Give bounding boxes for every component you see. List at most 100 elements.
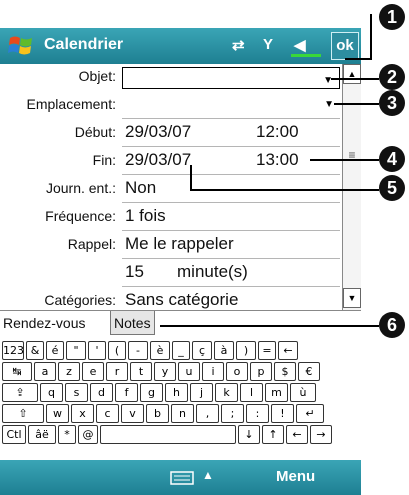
key-row2-6[interactable]: y <box>154 362 176 381</box>
location-row: Emplacement: ▼ <box>0 92 342 120</box>
key-row1-8[interactable]: _ <box>172 341 190 360</box>
start-time[interactable]: 12:00 <box>256 122 299 142</box>
key-row3-9[interactable]: l <box>240 383 263 402</box>
key-row4-7[interactable]: , <box>196 404 219 423</box>
key-row5-5[interactable]: ↓ <box>238 425 260 444</box>
key-row4-0[interactable]: ⇧ <box>2 404 44 423</box>
key-row4-5[interactable]: b <box>146 404 169 423</box>
key-row1-13[interactable]: ← <box>278 341 298 360</box>
key-row2-7[interactable]: u <box>178 362 200 381</box>
end-date[interactable]: 29/03/07 <box>125 150 191 170</box>
menu-button[interactable]: Menu <box>276 468 315 485</box>
key-row1-7[interactable]: è <box>150 341 170 360</box>
key-row2-0[interactable]: ↹ <box>2 362 32 381</box>
callout-1-leader <box>370 14 372 60</box>
key-row4-1[interactable]: w <box>46 404 69 423</box>
reminder-value[interactable]: Me le rappeler <box>125 234 234 254</box>
key-row5-8[interactable]: → <box>310 425 332 444</box>
key-row1-1[interactable]: & <box>26 341 44 360</box>
key-row3-11[interactable]: ù <box>290 383 316 402</box>
key-row3-3[interactable]: d <box>90 383 113 402</box>
reminder-time-underline <box>122 286 340 287</box>
key-row3-6[interactable]: h <box>165 383 188 402</box>
key-row2-5[interactable]: t <box>130 362 152 381</box>
subject-row: Objet: ▼ <box>0 64 342 92</box>
key-row4-2[interactable]: x <box>71 404 94 423</box>
key-row3-2[interactable]: s <box>65 383 88 402</box>
key-row5-7[interactable]: ← <box>286 425 308 444</box>
key-row1-12[interactable]: = <box>258 341 276 360</box>
callout-1-leader-h <box>345 58 372 60</box>
soft-keyboard: 123 & é " '(- è _ ç à) = ← ↹ a z e r t y u i o p $ € ⇪ q s d f g h j k… <box>0 341 361 453</box>
key-row4-4[interactable]: v <box>121 404 144 423</box>
key-row1-9[interactable]: ç <box>192 341 212 360</box>
signal-icon[interactable]: Y <box>263 36 273 53</box>
keyboard-icon[interactable]: ▲ <box>170 468 216 488</box>
scroll-up-icon[interactable]: ▲ <box>343 64 361 84</box>
key-row3-0[interactable]: ⇪ <box>2 383 38 402</box>
subject-label: Objet: <box>78 68 116 84</box>
key-row2-9[interactable]: o <box>226 362 248 381</box>
tab-bar: Rendez-vous Notes <box>0 310 361 335</box>
key-row5-2[interactable]: * <box>58 425 76 444</box>
reminder-unit[interactable]: minute(s) <box>177 262 248 282</box>
key-row5-4[interactable] <box>100 425 236 444</box>
key-row1-4[interactable]: ' <box>88 341 106 360</box>
key-row2-11[interactable]: $ <box>274 362 296 381</box>
key-row4-8[interactable]: ; <box>221 404 244 423</box>
start-date[interactable]: 29/03/07 <box>125 122 191 142</box>
tab-appointment[interactable]: Rendez-vous <box>0 311 89 335</box>
key-row5-1[interactable]: âë <box>28 425 56 444</box>
location-input[interactable] <box>122 118 340 119</box>
key-row1-0[interactable]: 123 <box>2 341 24 360</box>
key-row5-0[interactable]: Ctl <box>2 425 26 444</box>
callout-5-leader-v <box>190 165 192 191</box>
key-row3-1[interactable]: q <box>40 383 63 402</box>
end-time[interactable]: 13:00 <box>256 150 299 170</box>
key-row4-3[interactable]: c <box>96 404 119 423</box>
categories-value[interactable]: Sans catégorie <box>125 290 238 310</box>
key-row3-8[interactable]: k <box>215 383 238 402</box>
key-row4-9[interactable]: : <box>246 404 269 423</box>
ok-button[interactable]: ok <box>331 32 359 60</box>
scroll-down-icon[interactable]: ▼ <box>343 288 361 308</box>
sip-arrow-icon[interactable]: ▲ <box>202 468 214 482</box>
location-dropdown-icon[interactable]: ▼ <box>324 99 334 110</box>
key-row2-8[interactable]: i <box>202 362 224 381</box>
key-row5-6[interactable]: ↑ <box>262 425 284 444</box>
connectivity-icon[interactable]: ⇄ <box>232 36 245 54</box>
key-row5-3[interactable]: @ <box>78 425 98 444</box>
key-row1-6[interactable]: - <box>128 341 148 360</box>
key-row2-2[interactable]: z <box>58 362 80 381</box>
allday-value[interactable]: Non <box>125 178 156 198</box>
key-row3-5[interactable]: g <box>140 383 163 402</box>
start-row: Début: 29/03/07 12:00 <box>0 120 342 148</box>
form-scrollbar[interactable]: ▲ ≡ ▼ <box>342 64 361 310</box>
start-label: Début: <box>74 124 116 140</box>
reminder-amount[interactable]: 15 <box>125 262 144 282</box>
key-row2-12[interactable]: € <box>298 362 320 381</box>
key-row1-3[interactable]: " <box>66 341 86 360</box>
key-row3-7[interactable]: j <box>190 383 213 402</box>
start-menu-icon[interactable] <box>6 32 36 60</box>
key-row2-1[interactable]: a <box>34 362 56 381</box>
key-row1-5[interactable]: ( <box>108 341 126 360</box>
categories-label: Catégories: <box>44 292 116 308</box>
key-row1-2[interactable]: é <box>46 341 64 360</box>
key-row4-11[interactable]: ↵ <box>296 404 324 423</box>
tab-notes[interactable]: Notes <box>110 311 155 335</box>
key-row2-3[interactable]: e <box>82 362 104 381</box>
title-bar: Calendrier ⇄ Y ◀ ok <box>0 28 361 64</box>
key-row2-10[interactable]: p <box>250 362 272 381</box>
subject-dropdown-icon[interactable]: ▼ <box>323 75 333 86</box>
key-row1-10[interactable]: à <box>214 341 234 360</box>
occurs-value[interactable]: 1 fois <box>125 206 166 226</box>
key-row1-11[interactable]: ) <box>236 341 256 360</box>
key-row4-6[interactable]: n <box>171 404 194 423</box>
subject-input[interactable]: ▼ <box>122 67 340 89</box>
key-row3-10[interactable]: m <box>265 383 288 402</box>
key-row2-4[interactable]: r <box>106 362 128 381</box>
key-row4-10[interactable]: ! <box>271 404 294 423</box>
volume-icon[interactable]: ◀ <box>294 36 306 54</box>
key-row3-4[interactable]: f <box>115 383 138 402</box>
